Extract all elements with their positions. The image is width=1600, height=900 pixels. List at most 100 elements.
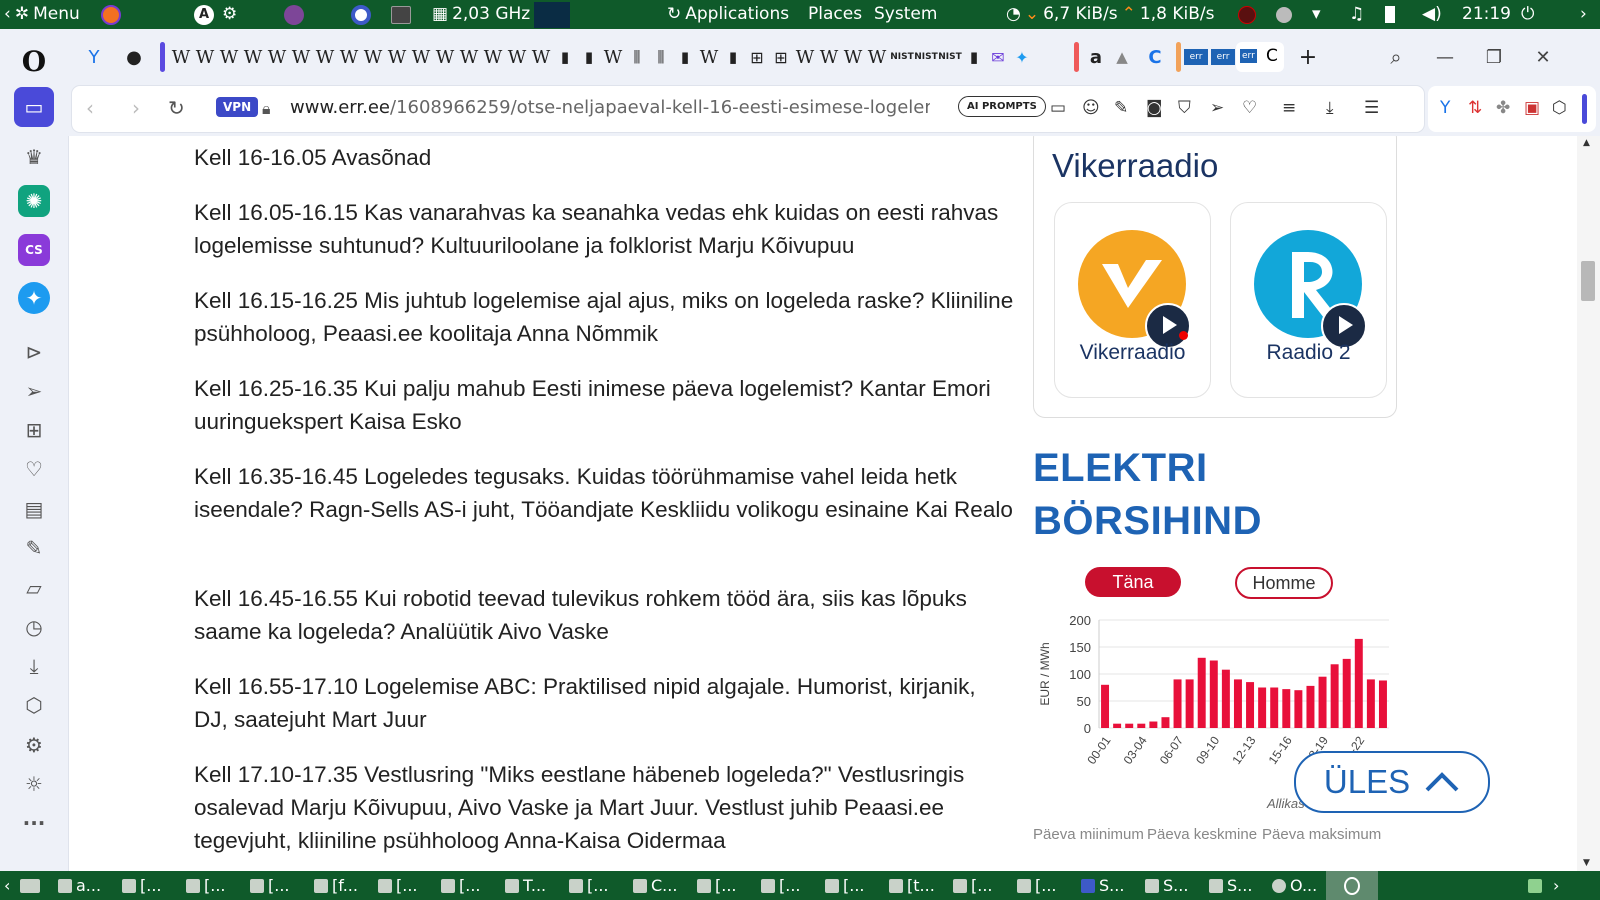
url-field[interactable]: www.err.ee/1608966259/otse-neljapaeval-k… xyxy=(290,97,930,118)
easy-setup-icon[interactable]: ☰ xyxy=(1364,98,1379,118)
settings-launcher-icon[interactable]: ⚙ xyxy=(222,0,237,29)
lightbulb-icon[interactable]: ☼ xyxy=(14,764,54,804)
vertical-scrollbar[interactable]: ▲ ▼ xyxy=(1577,136,1600,871)
station-card-raadio2[interactable]: Raadio 2 xyxy=(1230,202,1387,398)
taskbar-item-active[interactable] xyxy=(1326,871,1378,900)
taskbar-item[interactable]: [... xyxy=(953,871,993,900)
taskbar-item[interactable]: S... xyxy=(1209,871,1252,900)
places-menu[interactable]: Places xyxy=(808,0,862,29)
tab-triangle-icon[interactable]: ▲ xyxy=(1110,44,1134,70)
tab-wiki-18[interactable]: W xyxy=(697,44,721,70)
speed-dial-icon[interactable]: ⊞ xyxy=(14,410,54,450)
tor-icon[interactable] xyxy=(284,0,304,29)
network-speed-applet[interactable]: ◔ ⌄ 6,7 KiB/s ⌃ 1,8 KiB/s xyxy=(1006,0,1214,29)
volume-icon[interactable]: ◀) xyxy=(1422,0,1442,29)
pinboard-icon[interactable]: ✎ xyxy=(14,528,54,568)
opera-logo-icon[interactable]: O xyxy=(14,41,54,81)
tab-box-icon[interactable]: ⊞ xyxy=(745,44,769,70)
tab-wiki-1[interactable]: W xyxy=(169,44,193,70)
vpn-badge[interactable]: VPN xyxy=(216,97,259,117)
reader-icon[interactable]: ▭ xyxy=(14,87,54,127)
back-to-top-button[interactable]: ÜLES xyxy=(1294,751,1490,813)
heart-icon[interactable]: ♡ xyxy=(1242,98,1257,118)
tab-nist-2[interactable]: NIST xyxy=(914,44,938,70)
power-icon[interactable]: ⏻ xyxy=(1521,0,1534,29)
tab-err-1[interactable]: err xyxy=(1184,49,1208,65)
applications-menu[interactable]: ↻ Applications xyxy=(667,0,789,29)
crown-icon[interactable]: ♛ xyxy=(14,137,54,177)
system-monitor-icon[interactable] xyxy=(1238,0,1256,29)
taskbar-item[interactable]: T... xyxy=(505,871,546,900)
chevron-left-icon[interactable]: ‹ xyxy=(4,871,10,900)
notes-icon[interactable]: ▤ xyxy=(14,489,54,529)
taskbar-item[interactable]: O... xyxy=(1272,871,1317,900)
restore-icon[interactable]: ❐ xyxy=(1482,44,1506,70)
download-icon[interactable]: ⤓ xyxy=(1326,98,1334,118)
taskbar-item[interactable]: a... xyxy=(58,871,101,900)
close-icon[interactable]: ✕ xyxy=(1531,44,1555,70)
tab-nist-3[interactable]: NIST xyxy=(938,44,962,70)
taskbar-item[interactable]: [t... xyxy=(889,871,935,900)
lock-icon[interactable]: 🔒︎ xyxy=(262,99,271,119)
clock[interactable]: 21:19 xyxy=(1462,0,1511,29)
taskbar-item[interactable]: [... xyxy=(761,871,801,900)
taskbar-item[interactable]: [... xyxy=(186,871,226,900)
firefox-icon[interactable] xyxy=(101,0,121,29)
tabs-icon[interactable]: ▱ xyxy=(14,568,54,608)
tab-today-button[interactable]: Täna xyxy=(1085,567,1181,597)
taskbar-item[interactable]: C... xyxy=(633,871,677,900)
tab-wiki-3[interactable]: W xyxy=(217,44,241,70)
indicator-icon[interactable] xyxy=(1276,0,1292,29)
tab-wiki-4[interactable]: W xyxy=(241,44,265,70)
downloads-icon[interactable]: ⤓ xyxy=(14,646,54,686)
tab-doc-icon[interactable]: ▮ xyxy=(553,44,577,70)
shield-icon[interactable]: ⛉ xyxy=(1178,98,1191,118)
scroll-down-icon[interactable]: ▼ xyxy=(1583,858,1590,868)
tab-box-icon[interactable]: ⊞ xyxy=(769,44,793,70)
tab-wiki-10[interactable]: W xyxy=(385,44,409,70)
launcher-a-icon[interactable]: A xyxy=(194,0,214,29)
taskbar-item[interactable]: [... xyxy=(122,871,162,900)
taskbar-item[interactable]: [... xyxy=(441,871,481,900)
ext-badge-icon[interactable]: ▣ xyxy=(1524,98,1540,118)
menu-button[interactable]: ‹ ✲ Menu xyxy=(4,0,80,29)
notifications-icon[interactable]: ♫ xyxy=(1349,0,1364,29)
tab-doc-icon[interactable]: ▮ xyxy=(577,44,601,70)
camera-icon[interactable]: ◙ xyxy=(1146,98,1163,118)
tab-wiki-17[interactable]: W xyxy=(601,44,625,70)
battery-icon[interactable] xyxy=(1385,0,1395,29)
emoji-icon[interactable]: ☺ xyxy=(1082,98,1100,118)
tab-wiki-21[interactable]: W xyxy=(841,44,865,70)
ext-arrows-icon[interactable]: ⇅ xyxy=(1468,98,1482,118)
ext-puzzle-icon[interactable]: ✤ xyxy=(1496,98,1510,118)
tab-wiki-5[interactable]: W xyxy=(265,44,289,70)
cpu-freq-applet[interactable]: ▦ 2,03 GHz xyxy=(432,0,530,29)
taskbar-item[interactable]: [f... xyxy=(314,871,358,900)
scrollbar-thumb[interactable] xyxy=(1581,261,1595,301)
search-tabs-icon[interactable]: ⌕ xyxy=(1384,44,1408,70)
station-card-vikerraadio[interactable]: Vikerraadio xyxy=(1054,202,1211,398)
new-tab-button[interactable]: + xyxy=(1296,44,1320,70)
tab-wiki-16[interactable]: W xyxy=(529,44,553,70)
tab-doc-icon[interactable]: ▮ xyxy=(962,44,986,70)
tab-wiki-2[interactable]: W xyxy=(193,44,217,70)
tab-wiki-22[interactable]: W xyxy=(865,44,889,70)
tab-nist-1[interactable]: NIST xyxy=(890,44,914,70)
tab-wiki-12[interactable]: W xyxy=(433,44,457,70)
player-icon[interactable]: ⊳ xyxy=(14,332,54,372)
taskbar-item[interactable]: [... xyxy=(825,871,865,900)
active-tab[interactable]: err C xyxy=(1236,42,1284,72)
send-icon[interactable]: ➢ xyxy=(14,371,54,411)
chatsonic-icon[interactable]: CS xyxy=(18,234,50,266)
tab-sliders-icon[interactable]: ⫼ xyxy=(625,44,649,70)
reload-icon[interactable]: ↻ xyxy=(168,96,185,120)
show-desktop-icon[interactable] xyxy=(20,871,40,900)
ext-y-icon[interactable]: Y xyxy=(1440,98,1450,118)
edit-icon[interactable]: ✎ xyxy=(1114,98,1128,118)
taskbar-item[interactable]: [... xyxy=(378,871,418,900)
more-icon[interactable]: ··· xyxy=(14,803,54,843)
tab-wiki-20[interactable]: W xyxy=(817,44,841,70)
chatgpt-icon[interactable]: ✺ xyxy=(18,185,50,217)
tab-doc-icon[interactable]: ▮ xyxy=(673,44,697,70)
terminal-icon[interactable] xyxy=(391,0,411,29)
